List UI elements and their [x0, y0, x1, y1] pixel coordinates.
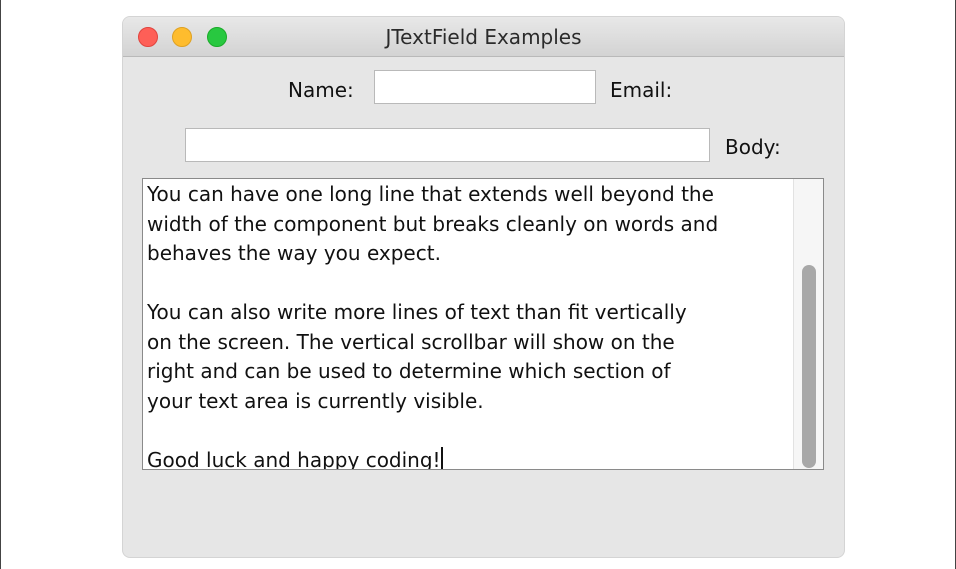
text-line: on the screen. The vertical scrollbar wi… — [147, 329, 675, 354]
text-line-last: Good luck and happy coding! — [147, 446, 797, 470]
text-line: right and can be used to determine which… — [147, 359, 671, 383]
text-line: width of the component but breaks cleanl… — [147, 211, 719, 236]
body-text-area[interactable]: You can have one long line that extends … — [142, 178, 824, 470]
text-line: your text area is currently visible. — [147, 388, 484, 413]
email-label: Email: — [610, 78, 673, 102]
text-line — [147, 269, 797, 299]
email-field[interactable] — [185, 128, 710, 162]
scrollbar-thumb[interactable] — [802, 265, 816, 468]
body-label: Body: — [725, 135, 781, 159]
name-field[interactable] — [374, 70, 596, 104]
text-line: Good luck and happy coding! — [147, 447, 441, 470]
text-line — [147, 416, 797, 446]
name-label: Name: — [288, 78, 354, 102]
text-line: You can have one long line that extends … — [147, 182, 714, 206]
vertical-scrollbar[interactable] — [793, 179, 823, 469]
text-line: behaves the way you expect. — [147, 241, 441, 265]
text-line: You can also write more lines of text th… — [147, 300, 687, 324]
app-window: JTextField Examples Name: Email: Body: Y… — [123, 17, 844, 557]
window-title: JTextField Examples — [385, 25, 582, 49]
body-text-content[interactable]: You can have one long line that extends … — [147, 180, 797, 470]
text-caret — [440, 446, 443, 469]
title-bar: JTextField Examples — [123, 17, 844, 57]
